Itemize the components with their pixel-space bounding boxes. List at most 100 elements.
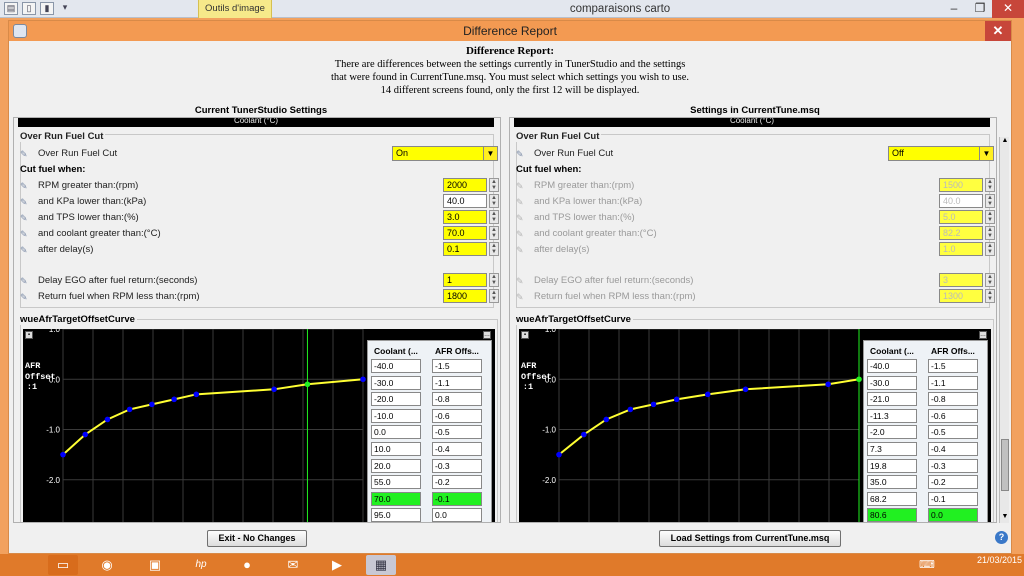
coolant-input[interactable]: 70.0 [443, 226, 487, 240]
data-point [271, 386, 277, 393]
coolant-column-header: Coolant (... [374, 346, 418, 356]
scroll-up-icon[interactable]: ▲ [1000, 137, 1010, 147]
coolant-cell[interactable]: -21.0 [867, 392, 917, 407]
ego-delay-input[interactable]: 1 [443, 273, 487, 287]
expand-icon[interactable]: ▪ [521, 331, 529, 339]
coolant-cell[interactable]: 19.8 [867, 458, 917, 473]
afr-offset-cell[interactable]: -0.1 [928, 491, 978, 506]
quick-access-dropdown-icon[interactable]: ▾ [58, 2, 72, 15]
afr-offset-cell[interactable]: -1.5 [432, 359, 482, 373]
afr-offset-cell[interactable]: -0.8 [928, 392, 978, 407]
coolant-cell[interactable]: -40.0 [867, 359, 917, 373]
ribbon-contextual-tab[interactable]: Outils d'image [198, 0, 272, 18]
coolant-cell[interactable]: -11.3 [867, 408, 917, 423]
scroll-down-icon[interactable]: ▼ [1000, 513, 1010, 523]
coolant-cell[interactable]: 20.0 [371, 458, 421, 473]
coolant-cell[interactable]: 68.2 [867, 491, 917, 506]
scroll-thumb[interactable] [1001, 439, 1009, 491]
spinner-icon[interactable]: ▲ ▼ [489, 242, 499, 256]
exit-no-changes-button[interactable]: Exit - No Changes [207, 530, 307, 547]
afr-offset-cell[interactable]: -0.6 [928, 408, 978, 423]
save-icon[interactable]: ▮ [40, 2, 54, 15]
afr-offset-cell[interactable]: 0.0 [928, 508, 978, 522]
spinner-icon[interactable]: ▲ ▼ [489, 226, 499, 240]
data-point [650, 401, 657, 408]
fuel-cut-select[interactable]: Off ▼ [888, 146, 994, 161]
spinner-icon: ▲ ▼ [985, 226, 995, 240]
return-rpm-input[interactable]: 1800 [443, 289, 487, 303]
mail-icon[interactable]: ✉ [278, 555, 308, 575]
dialog-titlebar: Difference Report ✕ [9, 21, 1011, 41]
minimize-icon[interactable]: – [940, 0, 968, 18]
curve-graph[interactable]: 1.00.0-1.0-2.0-3.0 AFR Offset :1 Coolant… [23, 325, 495, 522]
coolant-cell[interactable]: 55.0 [371, 475, 421, 490]
afr-offset-cell[interactable]: -0.8 [432, 392, 482, 407]
folder-icon[interactable]: ▤ [4, 2, 18, 15]
vertical-scrollbar[interactable]: ▲ ▼ [999, 137, 1009, 523]
coolant-cell[interactable]: 0.0 [371, 425, 421, 440]
new-document-icon[interactable]: ▯ [22, 2, 36, 15]
afr-offset-cell[interactable]: -0.5 [928, 425, 978, 440]
setting-row: ✎ Return fuel when RPM less than:(rpm) 130… [510, 289, 995, 304]
coolant-cell[interactable]: -30.0 [867, 375, 917, 390]
afr-offset-cell[interactable]: -0.2 [928, 475, 978, 490]
setting-label: RPM greater than:(rpm) [534, 180, 635, 191]
media-app-icon[interactable]: ▶ [322, 555, 352, 575]
afr-offset-cell[interactable]: -0.6 [432, 408, 482, 423]
coolant-cell[interactable]: -2.0 [867, 425, 917, 440]
help-icon[interactable]: ? [995, 531, 1008, 544]
keyboard-icon[interactable]: ⌨ [912, 555, 942, 575]
rpm-input[interactable]: 2000 [443, 178, 487, 192]
edit-icon: ✎ [516, 197, 524, 207]
afr-offset-cell[interactable]: 0.0 [432, 508, 482, 522]
spinner-icon[interactable]: ▲ ▼ [489, 178, 499, 192]
coolant-cell[interactable]: 10.0 [371, 442, 421, 456]
coolant-cell[interactable]: 7.3 [867, 442, 917, 456]
firefox-icon[interactable]: ● [232, 555, 262, 575]
coolant-cell[interactable]: -40.0 [371, 359, 421, 373]
menu-icon[interactable]: … [979, 331, 987, 339]
curve-graph[interactable]: 1.00.0-1.0-2.0-3.0 AFR Offset :1 Coolant… [519, 325, 991, 522]
data-point [82, 431, 89, 438]
tunerstudio-taskbar-icon[interactable]: ▦ [366, 555, 396, 575]
afr-offset-cell[interactable]: -0.1 [432, 491, 482, 506]
file-explorer-icon[interactable]: ▭ [48, 555, 78, 575]
afr-offset-cell[interactable]: -0.4 [928, 442, 978, 456]
coolant-cell[interactable]: 35.0 [867, 475, 917, 490]
coolant-cell[interactable]: 70.0 [371, 491, 421, 506]
tps-input[interactable]: 3.0 [443, 210, 487, 224]
media-player-icon[interactable]: ◉ [92, 555, 122, 575]
coolant-cell[interactable]: 95.0 [371, 508, 421, 522]
coolant-cell[interactable]: -20.0 [371, 392, 421, 407]
store-icon[interactable]: ▣ [140, 555, 170, 575]
restore-icon[interactable]: ❐ [966, 0, 994, 18]
kpa-input[interactable]: 40.0 [443, 194, 487, 208]
afr-offset-cell[interactable]: -0.5 [432, 425, 482, 440]
load-settings-button[interactable]: Load Settings from CurrentTune.msq [659, 530, 841, 547]
rpm-input: 1500 [939, 178, 983, 192]
afr-offset-cell[interactable]: -0.2 [432, 475, 482, 490]
setting-label: Over Run Fuel Cut [534, 148, 614, 159]
menu-icon[interactable]: … [483, 331, 491, 339]
dialog-close-icon[interactable]: ✕ [985, 21, 1011, 41]
afr-offset-cell[interactable]: -0.4 [432, 442, 482, 456]
coolant-cell[interactable]: 80.6 [867, 508, 917, 522]
spinner-icon[interactable]: ▲ ▼ [489, 194, 499, 208]
afr-offset-cell[interactable]: -0.3 [928, 458, 978, 473]
spinner-icon[interactable]: ▲ ▼ [489, 210, 499, 224]
coolant-cell[interactable]: -10.0 [371, 408, 421, 423]
expand-icon[interactable]: ▪ [25, 331, 33, 339]
afr-offset-cell[interactable]: -1.5 [928, 359, 978, 373]
coolant-cell[interactable]: -30.0 [371, 375, 421, 390]
close-icon[interactable]: ✕ [992, 0, 1024, 18]
spinner-icon[interactable]: ▲ ▼ [489, 273, 499, 287]
spinner-icon[interactable]: ▲ ▼ [489, 289, 499, 303]
afr-offset-cell[interactable]: -0.3 [432, 458, 482, 473]
delay-input[interactable]: 0.1 [443, 242, 487, 256]
curve-group: 1.00.0-1.0-2.0-3.0 AFR Offset :1 Coolant… [516, 319, 994, 522]
afr-offset-cell[interactable]: -1.1 [928, 375, 978, 390]
hp-icon[interactable]: hp [186, 555, 216, 575]
fuel-cut-select[interactable]: On ▼ [392, 146, 498, 161]
afr-offset-cell[interactable]: -1.1 [432, 375, 482, 390]
edit-icon: ✎ [516, 245, 524, 255]
